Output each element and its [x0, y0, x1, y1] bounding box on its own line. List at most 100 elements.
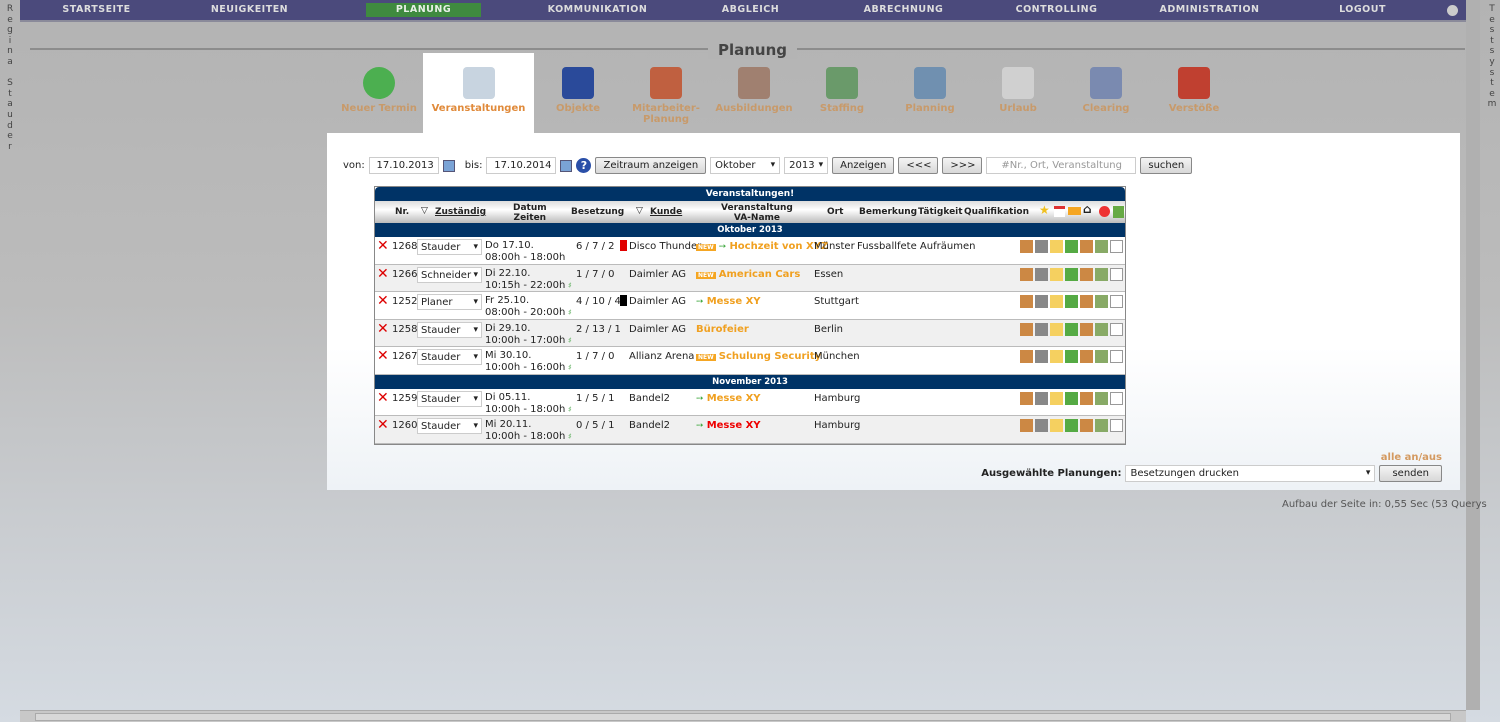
- map-icon[interactable]: [1095, 391, 1108, 405]
- nav-administration[interactable]: ADMINISTRATION: [1133, 3, 1286, 17]
- user-edit-icon[interactable]: [1080, 322, 1093, 336]
- tab-6[interactable]: Planning: [886, 53, 974, 133]
- select-checkbox[interactable]: [1110, 350, 1123, 363]
- user-edit-icon[interactable]: [1080, 295, 1093, 308]
- map-icon[interactable]: [1095, 322, 1108, 336]
- tab-2[interactable]: Objekte: [534, 53, 622, 133]
- bis-date-input[interactable]: 17.10.2014: [486, 157, 557, 174]
- document-icon[interactable]: [1050, 267, 1063, 281]
- search-input[interactable]: #Nr., Ort, Veranstaltung: [986, 157, 1137, 174]
- settings-icon[interactable]: [1447, 4, 1458, 16]
- von-date-input[interactable]: 17.10.2013: [368, 157, 439, 174]
- filter-icon[interactable]: ▽: [636, 206, 643, 216]
- nav-abrechnung[interactable]: ABRECHNUNG: [827, 3, 980, 17]
- user-add-icon[interactable]: [1065, 240, 1078, 253]
- new-icon[interactable]: [1068, 207, 1081, 215]
- tab-1[interactable]: Veranstaltungen: [423, 53, 534, 133]
- document-icon[interactable]: [1050, 350, 1063, 363]
- assignee-select[interactable]: Planer: [417, 294, 482, 310]
- edit-icon[interactable]: [1020, 350, 1033, 363]
- user-add-icon[interactable]: [1065, 267, 1078, 281]
- select-checkbox[interactable]: [1110, 267, 1123, 281]
- col-zustaendig[interactable]: Zuständig: [435, 207, 486, 217]
- scroll-thumb[interactable]: [35, 713, 1451, 721]
- tab-5[interactable]: Staffing: [798, 53, 886, 133]
- delete-icon[interactable]: ✕: [377, 293, 389, 309]
- user-add-icon[interactable]: [1065, 295, 1078, 308]
- user-add-icon[interactable]: [1065, 419, 1078, 432]
- event-name-link[interactable]: ➙ Messe XY: [696, 393, 761, 404]
- edit-icon[interactable]: [1020, 322, 1033, 336]
- user-add-icon[interactable]: [1065, 322, 1078, 336]
- nav-abgleich[interactable]: ABGLEICH: [674, 3, 827, 17]
- month-select[interactable]: Oktober: [710, 157, 781, 174]
- map-icon[interactable]: [1095, 419, 1108, 432]
- user-add-icon[interactable]: [1065, 391, 1078, 405]
- tab-9[interactable]: Verstöße: [1150, 53, 1238, 133]
- time-detail-icon[interactable]: ♯: [565, 432, 572, 441]
- document-icon[interactable]: [1050, 391, 1063, 405]
- document-icon[interactable]: [1050, 419, 1063, 432]
- edit-icon[interactable]: [1020, 240, 1033, 253]
- year-select[interactable]: 2013: [784, 157, 829, 174]
- nav-planung[interactable]: PLANUNG: [366, 3, 481, 17]
- nav-startseite[interactable]: STARTSEITE: [20, 3, 173, 17]
- nav-logout[interactable]: LOGOUT: [1286, 3, 1439, 17]
- help-icon[interactable]: ?: [576, 158, 592, 173]
- key-icon[interactable]: [1035, 240, 1048, 253]
- delete-icon[interactable]: ✕: [377, 266, 389, 282]
- vertical-scrollbar[interactable]: [1466, 0, 1480, 710]
- delete-icon[interactable]: ✕: [377, 348, 389, 364]
- delete-icon[interactable]: ✕: [377, 390, 389, 406]
- time-detail-icon[interactable]: ♯: [565, 363, 572, 372]
- key-icon[interactable]: [1035, 322, 1048, 336]
- key-icon[interactable]: [1035, 295, 1048, 308]
- select-checkbox[interactable]: [1110, 295, 1123, 308]
- calendar-icon[interactable]: [442, 159, 455, 172]
- alert-icon[interactable]: [1099, 206, 1110, 217]
- map-icon[interactable]: [1095, 350, 1108, 363]
- filter-icon[interactable]: ▽: [421, 206, 428, 216]
- assignee-select[interactable]: Stauder: [417, 349, 482, 365]
- delete-icon[interactable]: ✕: [377, 238, 389, 254]
- document-icon[interactable]: [1050, 295, 1063, 308]
- user-edit-icon[interactable]: [1080, 350, 1093, 363]
- calendar-icon[interactable]: [560, 159, 573, 172]
- tab-0[interactable]: Neuer Termin: [335, 53, 423, 133]
- anzeigen-button[interactable]: Anzeigen: [832, 157, 895, 174]
- user-edit-icon[interactable]: [1080, 391, 1093, 405]
- zeitraum-button[interactable]: Zeitraum anzeigen: [595, 157, 707, 174]
- event-name-link[interactable]: NEW American Cars: [696, 269, 800, 280]
- select-checkbox[interactable]: [1110, 419, 1123, 432]
- key-icon[interactable]: [1035, 391, 1048, 405]
- delete-icon[interactable]: ✕: [377, 417, 389, 433]
- map-icon[interactable]: [1095, 295, 1108, 308]
- assignee-select[interactable]: Schneider: [417, 266, 482, 283]
- select-checkbox[interactable]: [1110, 240, 1123, 253]
- assignee-select[interactable]: Stauder: [417, 390, 482, 407]
- tab-8[interactable]: Clearing: [1062, 53, 1150, 133]
- horizontal-scrollbar[interactable]: [20, 710, 1466, 722]
- event-name-link[interactable]: Bürofeier: [696, 324, 749, 335]
- next-button[interactable]: >>>: [942, 157, 983, 174]
- edit-icon[interactable]: [1020, 267, 1033, 281]
- star-icon[interactable]: ★: [1039, 204, 1050, 216]
- event-name-link[interactable]: ➙ Messe XY: [696, 296, 761, 307]
- user-edit-icon[interactable]: [1080, 240, 1093, 253]
- tab-3[interactable]: Mitarbeiter-Planung: [622, 53, 710, 133]
- select-checkbox[interactable]: [1110, 391, 1123, 405]
- nav-neuigkeiten[interactable]: NEUIGKEITEN: [173, 3, 326, 17]
- assignee-select[interactable]: Stauder: [417, 321, 482, 338]
- bulk-action-select[interactable]: Besetzungen drucken: [1125, 465, 1376, 482]
- send-button[interactable]: senden: [1379, 465, 1442, 482]
- document-icon[interactable]: [1050, 240, 1063, 253]
- toggle-all-link[interactable]: alle an/aus: [1381, 452, 1442, 463]
- user-add-icon[interactable]: [1065, 350, 1078, 363]
- col-kunde[interactable]: Kunde: [650, 207, 682, 217]
- time-detail-icon[interactable]: ♯: [565, 405, 572, 414]
- nav-controlling[interactable]: CONTROLLING: [980, 3, 1133, 17]
- map-icon[interactable]: [1095, 267, 1108, 281]
- event-name-link[interactable]: NEW Schulung Security: [696, 351, 821, 362]
- edit-icon[interactable]: [1020, 391, 1033, 405]
- key-icon[interactable]: [1035, 350, 1048, 363]
